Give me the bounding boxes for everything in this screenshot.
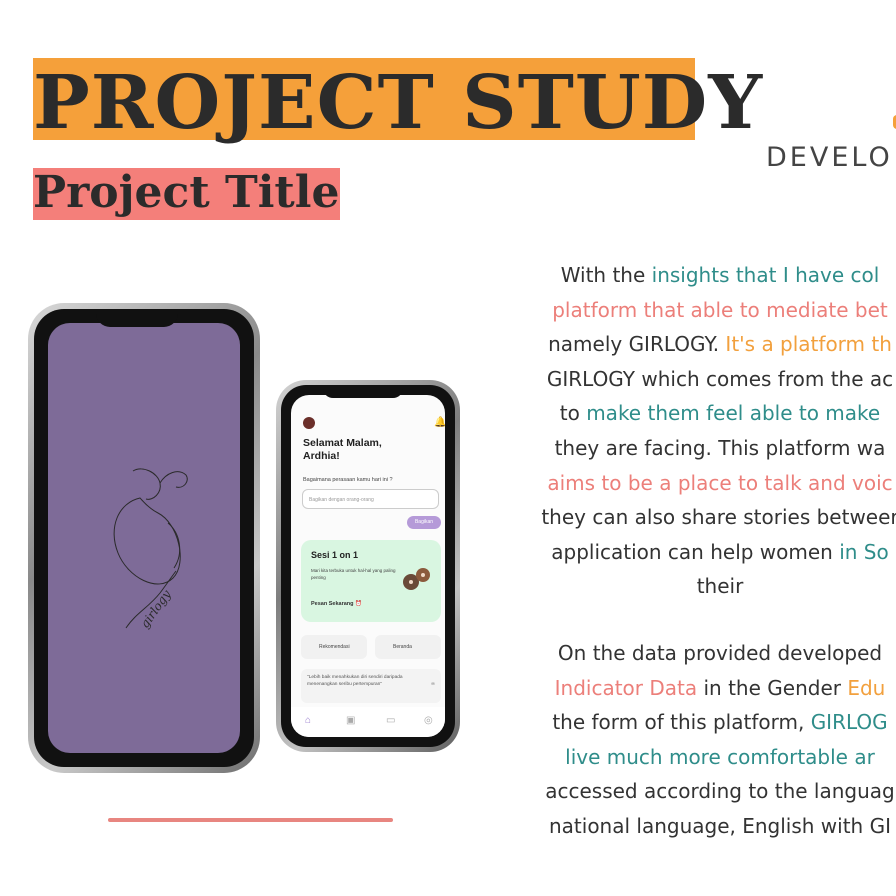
paragraph-line: GIRLOGY which comes from the ac	[470, 362, 896, 397]
paragraph-line: With the insights that I have col	[470, 258, 896, 293]
profile-icon[interactable]: ◎	[424, 715, 433, 726]
paragraph-segment: aims to be a place to talk and voic	[547, 470, 893, 495]
quote-icon: ❝	[430, 681, 435, 690]
phone-notch	[96, 309, 178, 327]
chat-icon[interactable]: ▭	[386, 715, 395, 726]
paragraph-segment: the form of this platform,	[552, 710, 811, 735]
greeting-text: Selamat Malam, Ardhia!	[303, 437, 382, 463]
paragraph-line: application can help women in So	[470, 535, 896, 570]
share-input[interactable]: Bagikan dengan orang-orang	[302, 489, 439, 509]
chat-illustration-icon	[403, 568, 430, 590]
paragraph-segment: Edu	[847, 675, 886, 700]
paragraph-segment: With the	[560, 263, 652, 287]
page-subtitle: Project Title	[33, 167, 340, 218]
paragraph-line: On the data provided developed	[470, 636, 896, 671]
avatar[interactable]	[303, 417, 315, 429]
bell-icon[interactable]: 🔔	[434, 417, 445, 428]
paragraph-line: they can also share stories betweer	[470, 500, 896, 535]
page-title: PROJECT STUDY	[33, 60, 764, 146]
paragraph-line: aims to be a place to talk and voic	[470, 466, 896, 501]
paragraph-segment: It's a platform th	[725, 332, 892, 357]
greeting-line-1: Selamat Malam,	[303, 437, 382, 449]
paragraph-line: platform that able to mediate bet	[470, 293, 896, 328]
paragraph-segment: they are facing. This platform wa	[554, 435, 886, 460]
paragraph-line: national language, English with GI	[470, 809, 896, 844]
quote-text: "Lebih baik menahkukan diri sendiri dari…	[307, 675, 403, 687]
paragraph-line: namely GIRLOGY. It's a platform th	[470, 327, 896, 362]
phone-mockup-home: 🔔 Selamat Malam, Ardhia! Bagaimana peras…	[276, 380, 460, 752]
mood-question: Bagaimana perasaan kamu hari ini ?	[303, 477, 393, 483]
description-paragraph-1: With the insights that I have col platfor…	[470, 258, 896, 604]
paragraph-line: accessed according to the languag	[470, 774, 896, 809]
quote-card: "Lebih baik menahkukan diri sendiri dari…	[301, 669, 441, 703]
paragraph-segment: On the data provided developed	[557, 641, 883, 665]
phone-mockup-splash: girlogy	[28, 303, 260, 773]
paragraph-segment: application can help women	[551, 539, 840, 564]
paragraph-segment: national language, English with GI	[548, 813, 891, 838]
share-button[interactable]: Bagikan	[407, 516, 441, 529]
greeting-line-2: Ardhia!	[303, 450, 340, 462]
paragraph-line: they are facing. This platform wa	[470, 431, 896, 466]
book-now-link[interactable]: Pesan Sekarang ⏰	[311, 601, 362, 607]
paragraph-segment: their	[696, 574, 744, 599]
paragraph-segment: Indicator Data	[554, 675, 698, 700]
session-card-title: Sesi 1 on 1	[311, 550, 359, 560]
paragraph-segment: make them feel able to make	[586, 401, 881, 426]
divider-line	[108, 818, 393, 822]
development-label: DEVELO	[766, 142, 893, 173]
paragraph-segment: in So	[839, 539, 889, 564]
paragraph-segment: to	[559, 401, 587, 426]
splash-screen: girlogy	[48, 323, 240, 753]
paragraph-line: Indicator Data in the Gender Edu	[470, 671, 896, 706]
book-icon[interactable]: ▣	[346, 715, 355, 726]
home-screen: 🔔 Selamat Malam, Ardhia! Bagaimana peras…	[291, 395, 445, 737]
girlogy-logo-icon: girlogy	[113, 468, 188, 631]
home-chip-label: Beranda	[393, 644, 412, 650]
paragraph-segment: GIRLOG	[810, 710, 888, 735]
recommendation-chip[interactable]: Rekomendasi	[301, 635, 367, 659]
paragraph-segment: platform that able to mediate bet	[552, 297, 888, 322]
paragraph-line: live much more comfortable ar	[470, 740, 896, 775]
paragraph-segment: live much more comfortable ar	[565, 744, 875, 769]
home-icon[interactable]: ⌂	[305, 715, 311, 726]
paragraph-segment: they can also share stories betweer	[541, 505, 896, 530]
paragraph-segment: accessed according to the languag	[545, 779, 895, 804]
paragraph-segment: in the Gender	[697, 675, 848, 700]
svg-text:girlogy: girlogy	[138, 587, 174, 630]
session-card-description: Mari kita terbuka untuk hal-hal yang pal…	[311, 568, 396, 580]
session-card[interactable]: Sesi 1 on 1 Mari kita terbuka untuk hal-…	[301, 540, 441, 622]
paragraph-segment: GIRLOGY which comes from the ac	[546, 366, 894, 391]
phone-notch	[323, 385, 403, 398]
paragraph-line: their	[470, 569, 896, 604]
home-chip[interactable]: Beranda	[375, 635, 441, 659]
recommendation-chip-label: Rekomendasi	[319, 644, 350, 650]
bottom-nav: ⌂ ▣ ▭ ◎	[291, 707, 445, 737]
paragraph-line: the form of this platform, GIRLOG	[470, 705, 896, 740]
paragraph-segment: namely GIRLOGY.	[548, 332, 726, 357]
paragraph-line: to make them feel able to make	[470, 396, 896, 431]
description-paragraph-2: On the data provided developed Indicator …	[470, 636, 896, 844]
paragraph-segment: insights that I have col	[651, 263, 880, 287]
